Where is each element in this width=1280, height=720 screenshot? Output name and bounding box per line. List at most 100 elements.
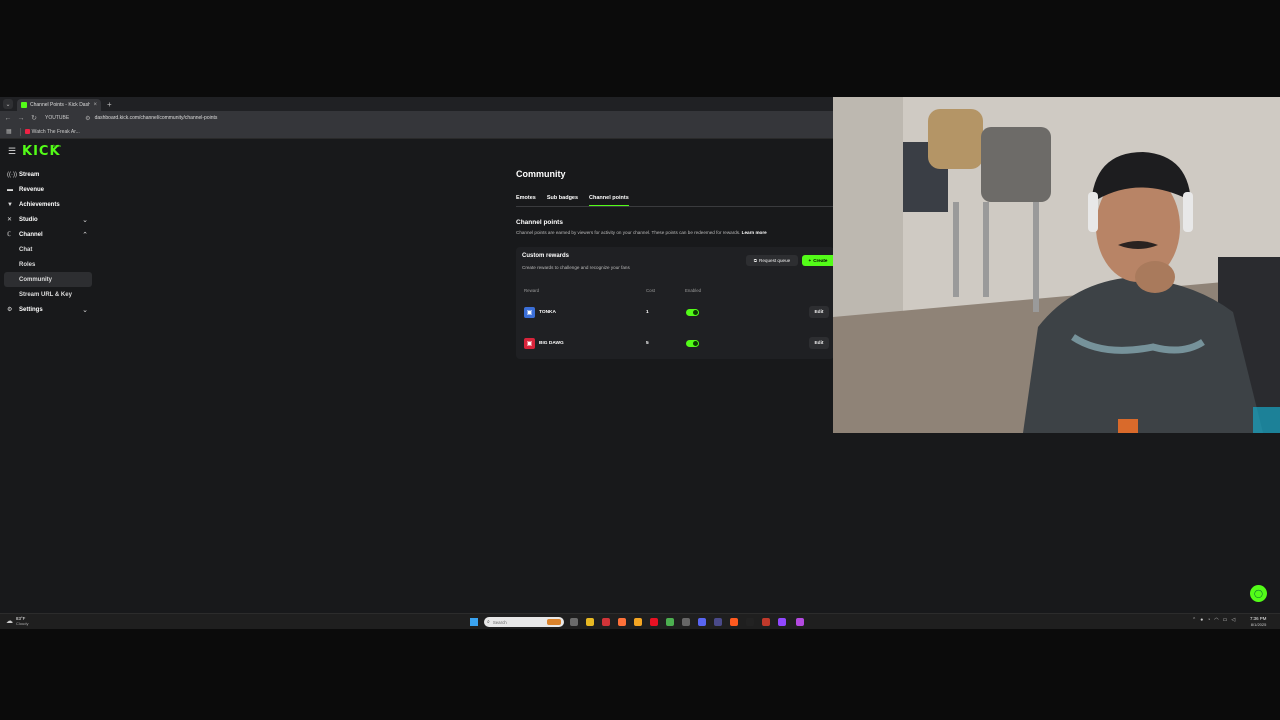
cloud-icon: ☁ (6, 618, 13, 625)
reward-gift-icon: ▣ (524, 307, 535, 318)
weather-text: 83°F Cloudy (16, 616, 28, 626)
learn-more-link[interactable]: Learn more (742, 230, 767, 235)
headphone-left (1088, 192, 1098, 232)
weather-condition: Cloudy (16, 621, 29, 626)
sidebar-item-chat[interactable]: Chat (4, 242, 92, 257)
forward-arrow-icon[interactable]: → (16, 115, 26, 122)
sidebar-item-studio[interactable]: ✕ Studio ⌄ (4, 212, 92, 227)
browser-tab-title: Channel Points - Kick Dashboard (30, 102, 91, 108)
channel-points-description-text: Channel points are earned by viewers for… (516, 230, 741, 235)
sidebar-item-channel[interactable]: ℂ Channel ⌃ (4, 227, 92, 242)
wifi-icon[interactable]: ◠ (1214, 617, 1218, 623)
sidebar-item-label: Achievements (19, 201, 60, 208)
reload-icon[interactable]: ↻ (29, 114, 39, 122)
firefox-icon[interactable] (618, 618, 626, 626)
reward-enabled-toggle[interactable] (686, 309, 699, 316)
tab-emotes[interactable]: Emotes (516, 195, 536, 206)
column-header-cost: Cost (646, 288, 656, 293)
bookmark-item[interactable]: Watch The Freak Ar... (24, 129, 80, 135)
app-icon-red[interactable] (602, 618, 610, 626)
site-chip[interactable]: YOUTUBE (45, 115, 69, 121)
twitch-icon[interactable] (778, 618, 786, 626)
browser-tab[interactable]: Channel Points - Kick Dashboard × (17, 99, 101, 111)
bookmark-favicon-icon (24, 129, 30, 134)
volume-icon[interactable]: ◁ (1231, 617, 1235, 623)
sidebar-item-achievements[interactable]: ▼ Achievements (4, 197, 92, 212)
request-queue-button[interactable]: ⧉ Request queue (746, 255, 798, 266)
reward-enabled-toggle[interactable] (686, 340, 699, 347)
sidebar-item-stream-url-key[interactable]: Stream URL & Key (4, 287, 92, 302)
reward-name: BIG DAWG (539, 341, 564, 346)
app-icon-flame[interactable] (730, 618, 738, 626)
custom-rewards-heading: Custom rewards (522, 253, 570, 259)
chevron-up-icon[interactable]: ⌃ (1192, 617, 1196, 623)
address-bar[interactable]: dashboard.kick.com/channel/community/cha… (95, 115, 218, 121)
help-chat-button[interactable]: ◯ (1250, 585, 1267, 602)
windows-taskbar: ☁ 83°F Cloudy ⌕ Search ⌃ ● ◔ ◠ ▭ ◁ 7:36 … (0, 613, 1280, 629)
close-icon[interactable]: × (93, 102, 97, 108)
tab-search-icon[interactable]: ⌄ (3, 99, 13, 109)
trophy-icon: ▼ (7, 201, 13, 208)
edit-reward-button[interactable]: Edit (809, 306, 829, 318)
app-icon-gray[interactable] (682, 618, 690, 626)
battery-icon[interactable]: ▭ (1223, 617, 1228, 623)
edit-reward-button[interactable]: Edit (809, 337, 829, 349)
wallet-icon: ▬ (7, 186, 13, 193)
sidebar-item-revenue[interactable]: ▬ Revenue (4, 182, 92, 197)
reward-cost: 1 (646, 310, 649, 315)
custom-rewards-card: Custom rewards Create rewards to challen… (516, 247, 834, 359)
channel-points-description: Channel points are earned by viewers for… (516, 230, 767, 235)
webcam-overlay (833, 97, 1280, 433)
sidebar-item-community[interactable]: Community (4, 272, 92, 287)
app-icon-orange[interactable] (634, 618, 642, 626)
app-icon-active[interactable] (796, 618, 804, 626)
top-letterbox (0, 0, 1280, 97)
windows-start-icon[interactable] (470, 618, 478, 626)
network-icon[interactable]: ◔ (1207, 617, 1210, 623)
reward-cost: 5 (646, 341, 649, 346)
sidebar-item-stream[interactable]: ((·)) Stream (4, 167, 92, 182)
search-icon: ⌕ (487, 619, 490, 625)
chevron-up-icon: ⌃ (82, 231, 88, 239)
app-icon-purple[interactable] (714, 618, 722, 626)
plus-icon: + (808, 258, 812, 263)
taskbar-clock[interactable]: 7:36 PM 8/1/2025 (1250, 616, 1266, 627)
custom-rewards-description: Create rewards to challenge and recogniz… (522, 265, 630, 270)
tray-app-icon[interactable]: ● (1200, 617, 1203, 623)
file-explorer-icon[interactable] (586, 618, 594, 626)
hand (1135, 261, 1175, 293)
sidebar-item-settings[interactable]: ⚙ Settings ⌄ (4, 302, 92, 317)
hanging-bag (928, 109, 983, 169)
task-view-icon[interactable] (570, 618, 578, 626)
sidebar-item-label: Community (19, 276, 52, 283)
column-header-enabled: Enabled (685, 288, 702, 293)
back-arrow-icon[interactable]: ← (3, 115, 13, 122)
create-reward-button[interactable]: + Create (802, 255, 834, 266)
stand-leg (1033, 202, 1039, 312)
sidebar-item-label: Stream (19, 171, 40, 178)
kick-favicon-icon (21, 102, 27, 108)
hamburger-menu-icon[interactable]: ☰ (8, 146, 16, 157)
taskbar-search[interactable]: ⌕ Search (484, 617, 564, 627)
new-tab-plus-icon[interactable]: + (107, 100, 112, 109)
app-icon-settings[interactable] (762, 618, 770, 626)
wand-icon: ✕ (7, 217, 13, 223)
tab-channel-points[interactable]: Channel points (589, 195, 629, 206)
hanging-blanket (981, 127, 1051, 202)
discord-icon[interactable] (698, 618, 706, 626)
obs-icon[interactable] (746, 618, 754, 626)
weather-widget[interactable]: ☁ 83°F Cloudy (6, 616, 28, 626)
apps-grid-icon[interactable]: ▦ (6, 128, 12, 135)
site-info-icon[interactable]: ⚙ (85, 115, 90, 122)
tab-sub-badges[interactable]: Sub badges (547, 195, 578, 206)
sidebar-item-roles[interactable]: Roles (4, 257, 92, 272)
sidebar: ((·)) Stream ▬ Revenue ▼ Achievements ✕ … (4, 167, 92, 317)
opera-icon[interactable] (650, 618, 658, 626)
table-row: ▣ BIG DAWG 5 Edit (516, 334, 834, 354)
channel-points-heading: Channel points (516, 219, 563, 226)
logo-superscript: beta (53, 143, 61, 148)
gear-icon: ⚙ (7, 307, 13, 313)
sidebar-item-label: Roles (19, 261, 36, 268)
sidebar-item-label: Channel (19, 231, 43, 238)
chrome-icon[interactable] (666, 618, 674, 626)
